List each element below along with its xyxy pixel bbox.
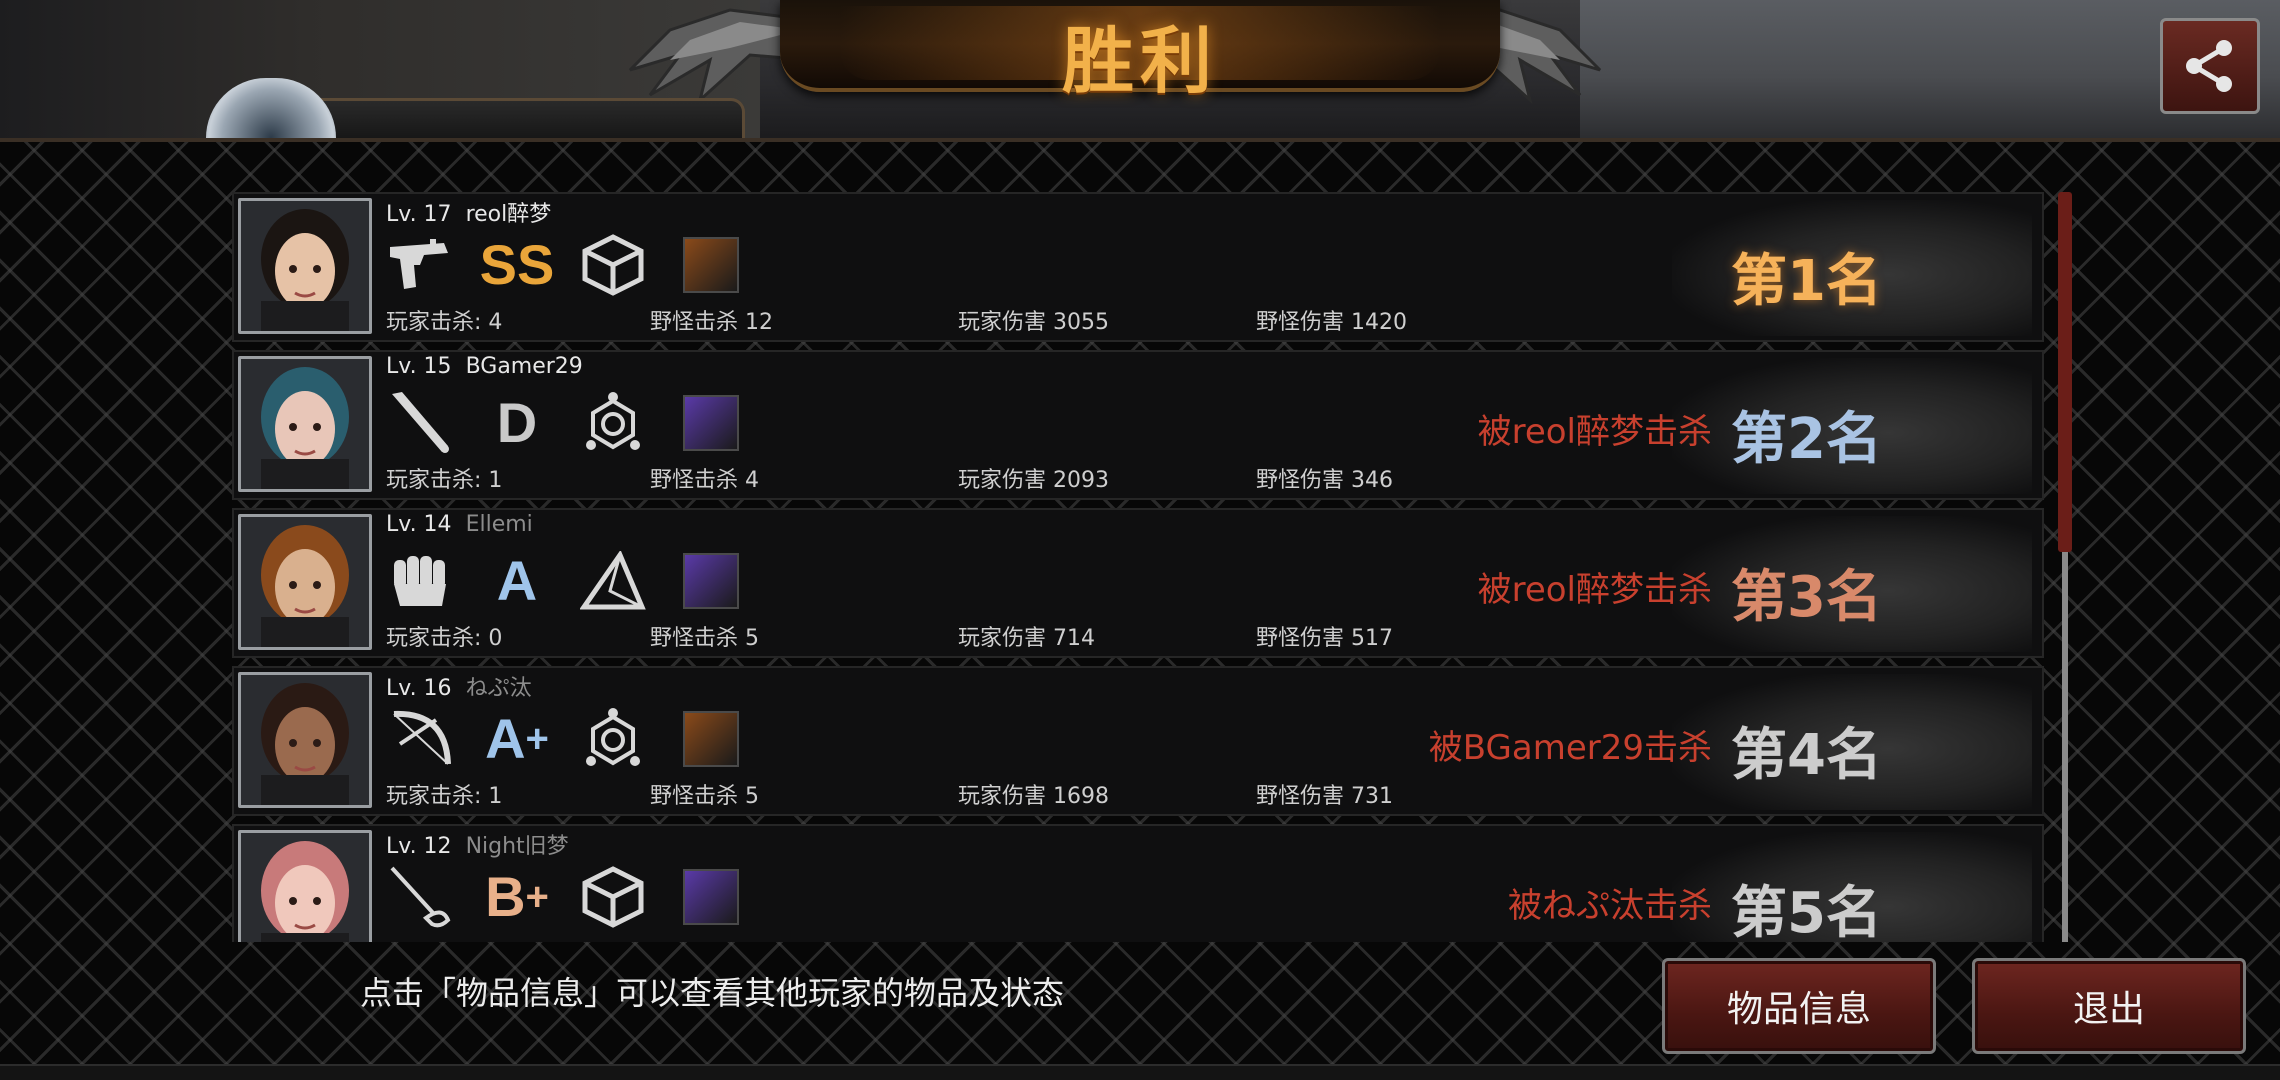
exit-button[interactable]: 退出 bbox=[1972, 958, 2246, 1054]
monster-damage: 野怪伤害 731 bbox=[1256, 784, 1393, 809]
rank-label: 第1名 bbox=[1731, 249, 1882, 314]
player-name: reol醉梦 bbox=[465, 202, 552, 227]
item-slot-icon[interactable] bbox=[674, 546, 744, 616]
item-slot-icon[interactable] bbox=[674, 862, 744, 932]
scrollbar-thumb[interactable] bbox=[2058, 192, 2072, 552]
item-info-button[interactable]: 物品信息 bbox=[1662, 958, 1936, 1054]
player-damage: 玩家伤害 3055 bbox=[958, 310, 1109, 335]
player-avatar[interactable] bbox=[238, 830, 372, 942]
player-name: BGamer29 bbox=[465, 354, 583, 379]
title-banner: 胜利 bbox=[780, 0, 1500, 103]
player-level-name: Lv. 17 reol醉梦 bbox=[386, 196, 551, 228]
player-ranking-list[interactable]: Lv. 17 reol醉梦 SS 玩家击杀: 4 野怪击杀 12 玩家伤害 305… bbox=[232, 192, 2044, 942]
monster-kills: 野怪击杀 12 bbox=[650, 310, 773, 335]
player-damage: 玩家伤害 2093 bbox=[958, 468, 1109, 493]
player-row[interactable]: Lv. 14 Ellemi A 玩家击杀: 0 野怪击杀 5 玩家伤害 714 野… bbox=[232, 508, 2044, 658]
killed-by-text: 被reol醉梦击杀 bbox=[1477, 570, 1712, 610]
rank-label: 第5名 bbox=[1731, 881, 1882, 942]
player-level: Lv. 14 bbox=[386, 512, 452, 537]
player-level-name: Lv. 14 Ellemi bbox=[386, 512, 533, 537]
item-slot-icon[interactable] bbox=[674, 230, 744, 300]
loadout-icons: B + bbox=[386, 862, 770, 932]
bow-icon[interactable] bbox=[386, 704, 456, 774]
player-kills: 玩家击杀: 4 bbox=[386, 310, 503, 335]
loadout-icons: SS bbox=[386, 230, 770, 300]
fist-icon[interactable] bbox=[386, 546, 456, 616]
player-kills: 玩家击杀: 1 bbox=[386, 468, 503, 493]
player-avatar[interactable] bbox=[238, 356, 372, 492]
player-avatar[interactable] bbox=[238, 198, 372, 334]
bottom-rail bbox=[0, 1064, 2280, 1080]
monster-damage: 野怪伤害 517 bbox=[1256, 626, 1393, 651]
player-row[interactable]: Lv. 16 ねぷ汰 A + 玩家击杀: 1 野怪击杀 5 玩家伤害 1698 野怪… bbox=[232, 666, 2044, 816]
hexagon-node-icon[interactable] bbox=[578, 388, 648, 458]
monster-damage: 野怪伤害 1420 bbox=[1256, 310, 1407, 335]
hidden-tab-header bbox=[300, 98, 745, 138]
grade-icon: A bbox=[496, 549, 538, 612]
player-level: Lv. 17 bbox=[386, 202, 452, 227]
player-avatar[interactable] bbox=[238, 672, 372, 808]
rapier-icon[interactable] bbox=[386, 862, 456, 932]
player-kills: 玩家击杀: 0 bbox=[386, 626, 503, 651]
player-level-name: Lv. 16 ねぷ汰 bbox=[386, 670, 532, 702]
player-name: Night旧梦 bbox=[465, 834, 569, 859]
page-title: 胜利 bbox=[1061, 19, 1218, 103]
rank-label: 第4名 bbox=[1731, 723, 1882, 788]
killed-by-text: 被ねぷ汰击杀 bbox=[1508, 886, 1712, 926]
rank-label: 第3名 bbox=[1731, 565, 1882, 630]
rank-label: 第2名 bbox=[1731, 407, 1882, 472]
share-icon bbox=[2186, 40, 2232, 92]
pistol-icon[interactable] bbox=[386, 230, 456, 300]
player-name: ねぷ汰 bbox=[465, 676, 532, 701]
killed-by-text: 被BGamer29击杀 bbox=[1428, 728, 1712, 768]
player-row[interactable]: Lv. 15 BGamer29 D 玩家击杀: 1 野怪击杀 4 玩家伤害 209… bbox=[232, 350, 2044, 500]
share-button[interactable] bbox=[2160, 18, 2260, 114]
player-level: Lv. 15 bbox=[386, 354, 452, 379]
monster-kills: 野怪击杀 5 bbox=[650, 784, 759, 809]
player-level: Lv. 16 bbox=[386, 676, 452, 701]
triangle-icon[interactable] bbox=[578, 546, 648, 616]
grade-icon: A + bbox=[485, 707, 549, 770]
loadout-icons: D bbox=[386, 388, 770, 458]
item-slot-icon[interactable] bbox=[674, 388, 744, 458]
killed-by-text: 被reol醉梦击杀 bbox=[1477, 412, 1712, 452]
player-name: Ellemi bbox=[465, 512, 533, 537]
player-level: Lv. 12 bbox=[386, 834, 452, 859]
monster-kills: 野怪击杀 5 bbox=[650, 626, 759, 651]
grade-icon: B + bbox=[485, 865, 549, 928]
player-row[interactable]: Lv. 12 Night旧梦 B + 被ねぷ汰击杀 第5名 bbox=[232, 824, 2044, 942]
player-damage: 玩家伤害 714 bbox=[958, 626, 1095, 651]
loadout-icons: A bbox=[386, 546, 770, 616]
player-level-name: Lv. 15 BGamer29 bbox=[386, 354, 583, 379]
hexagon-node-icon[interactable] bbox=[578, 704, 648, 774]
item-slot-icon[interactable] bbox=[674, 704, 744, 774]
player-kills: 玩家击杀: 1 bbox=[386, 784, 503, 809]
player-row[interactable]: Lv. 17 reol醉梦 SS 玩家击杀: 4 野怪击杀 12 玩家伤害 305… bbox=[232, 192, 2044, 342]
player-avatar[interactable] bbox=[238, 514, 372, 650]
hint-text: 点击「物品信息」可以查看其他玩家的物品及状态 bbox=[360, 974, 1065, 1012]
loadout-icons: A + bbox=[386, 704, 770, 774]
baseball-bat-icon[interactable] bbox=[386, 388, 456, 458]
cube-icon[interactable] bbox=[578, 862, 648, 932]
player-damage: 玩家伤害 1698 bbox=[958, 784, 1109, 809]
grade-icon: SS bbox=[479, 233, 555, 296]
grade-icon: D bbox=[496, 391, 538, 454]
monster-kills: 野怪击杀 4 bbox=[650, 468, 759, 493]
monster-damage: 野怪伤害 346 bbox=[1256, 468, 1393, 493]
player-level-name: Lv. 12 Night旧梦 bbox=[386, 828, 569, 860]
cube-icon[interactable] bbox=[578, 230, 648, 300]
